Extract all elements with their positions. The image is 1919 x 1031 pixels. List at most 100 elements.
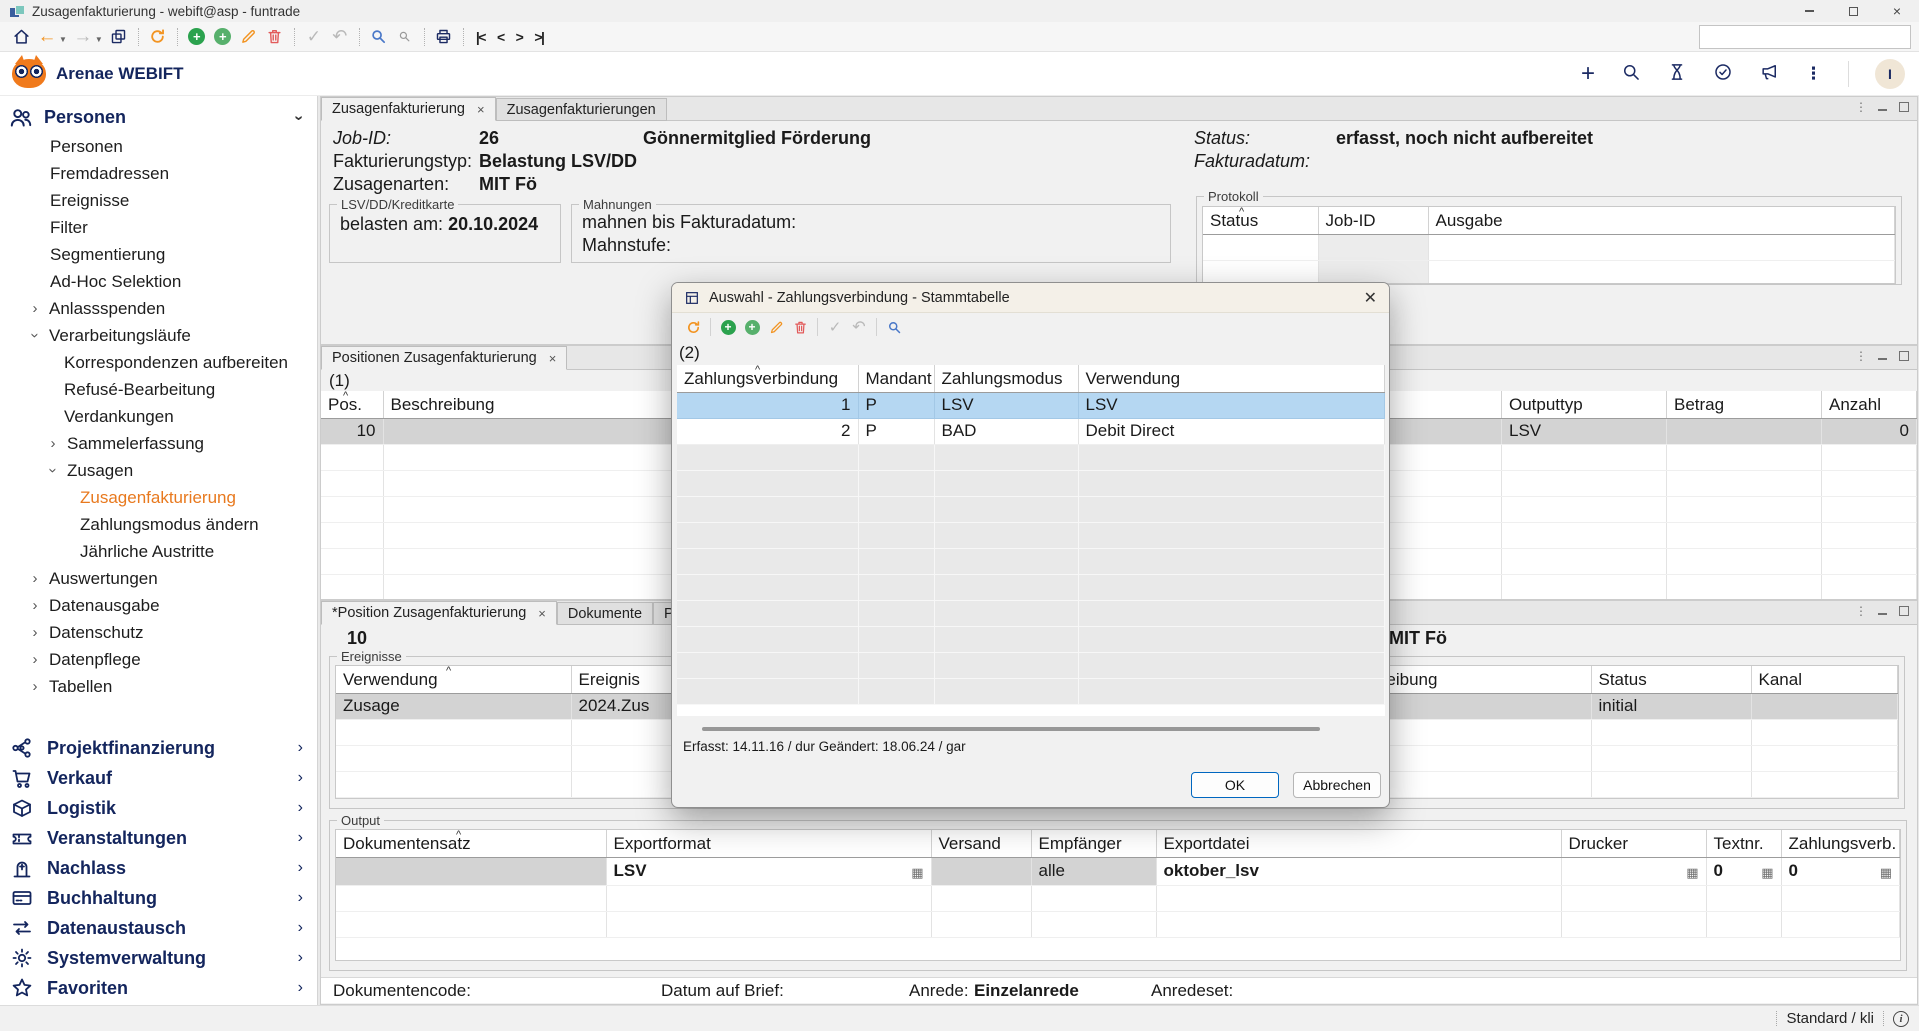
header-search-button[interactable] <box>1621 62 1641 87</box>
output-col-dokumentensatz[interactable]: ^Dokumentensatz <box>336 830 606 857</box>
panel-menu-icon[interactable]: ⋮ <box>1855 604 1866 618</box>
confirm-button[interactable]: ✓ <box>303 24 325 50</box>
user-avatar[interactable]: I <box>1875 59 1905 89</box>
sidebar-item-datenschutz[interactable]: ›Datenschutz <box>0 619 317 646</box>
dialog-col-mandant[interactable]: Mandant <box>858 365 934 392</box>
cell-zahlungsverbindung[interactable]: 1 <box>677 392 858 418</box>
cell-zahlungsverbindung[interactable]: 2 <box>677 418 858 444</box>
search-button[interactable] <box>368 24 390 50</box>
output-col-textnr[interactable]: Textnr. <box>1706 830 1781 857</box>
output-col-exportdatei[interactable]: Exportdatei <box>1156 830 1561 857</box>
chevron-right-icon[interactable]: › <box>298 769 303 787</box>
sidebar-item-sammelerfassung[interactable]: ›Sammelerfassung <box>0 430 317 457</box>
output-col-empfaenger[interactable]: Empfänger <box>1031 830 1156 857</box>
undo-button[interactable]: ↶ <box>329 24 351 50</box>
sidebar-item-verdankungen[interactable]: Verdankungen <box>0 403 317 430</box>
sidebar-section-systemverwaltung[interactable]: Systemverwaltung› <box>0 943 317 973</box>
cell-mandant[interactable]: P <box>858 418 934 444</box>
panel-minimize-icon[interactable] <box>1878 613 1887 615</box>
protokoll-col-jobid[interactable]: Job-ID <box>1318 207 1428 234</box>
window-minimize-button[interactable] <box>1787 0 1831 22</box>
cell-verwendung[interactable]: LSV <box>1078 392 1385 418</box>
toolbar-quick-input[interactable] <box>1699 25 1911 49</box>
panel-maximize-icon[interactable] <box>1899 102 1909 112</box>
lookup-grid-icon[interactable]: ▦ <box>1761 865 1773 881</box>
nav-next-button[interactable]: > <box>516 29 523 45</box>
chevron-right-icon[interactable]: › <box>298 949 303 967</box>
tab-dokumente[interactable]: Dokumente <box>557 602 653 625</box>
expand-icon[interactable]: › <box>28 624 42 641</box>
ereignisse-col-verwendung[interactable]: ^Verwendung <box>336 666 571 693</box>
sidebar-item-zahlungsmodus-ändern[interactable]: Zahlungsmodus ändern <box>0 511 317 538</box>
tab-zusagenfakturierungen[interactable]: Zusagenfakturierungen <box>496 98 667 121</box>
chevron-right-icon[interactable]: › <box>298 829 303 847</box>
cell-zahlungsverb[interactable]: ▦0 <box>1781 857 1900 885</box>
statusbar-profile[interactable]: Standard / kli <box>1786 1010 1874 1027</box>
output-table[interactable]: ^Dokumentensatz Exportformat Versand Emp… <box>336 830 1900 938</box>
chevron-right-icon[interactable]: › <box>298 979 303 997</box>
positionen-col-anzahl[interactable]: Anzahl <box>1822 391 1917 418</box>
expand-icon[interactable]: › <box>28 570 42 587</box>
expand-icon[interactable]: › <box>28 678 42 695</box>
output-row[interactable]: ▦LSV alle oktober_lsv ▦ ▦0 ▦0 <box>336 857 1900 885</box>
sidebar-item-fremdadressen[interactable]: Fremdadressen <box>0 160 317 187</box>
protokoll-table[interactable]: ^Status Job-ID Ausgabe <box>1203 207 1895 284</box>
cell-verwendung[interactable]: Debit Direct <box>1078 418 1385 444</box>
nav-first-button[interactable]: |< <box>476 29 485 45</box>
lookup-grid-icon[interactable]: ▦ <box>1686 865 1698 881</box>
zahlungsverbindung-row-2[interactable]: 2PBADDebit Direct <box>677 418 1385 444</box>
header-more-button[interactable]: ⋮ <box>1805 64 1822 84</box>
collapse-icon[interactable]: › <box>45 464 62 478</box>
ereignisse-col-kanal[interactable]: Kanal <box>1751 666 1898 693</box>
tab-zusagenfakturierung[interactable]: Zusagenfakturierung× <box>321 97 496 121</box>
sidebar-item-datenausgabe[interactable]: ›Datenausgabe <box>0 592 317 619</box>
cell-drucker[interactable]: ▦ <box>1561 857 1706 885</box>
sidebar-section-nachlass[interactable]: Nachlass› <box>0 853 317 883</box>
panel-menu-icon[interactable]: ⋮ <box>1855 100 1866 114</box>
sidebar-item-refusé-bearbeitung[interactable]: Refusé-Bearbeitung <box>0 376 317 403</box>
tab-close-icon[interactable]: × <box>538 606 546 621</box>
expand-icon[interactable]: › <box>28 651 42 668</box>
ereignisse-col-status[interactable]: Status <box>1591 666 1751 693</box>
chevron-right-icon[interactable]: › <box>298 889 303 907</box>
windows-button[interactable] <box>108 24 130 50</box>
sidebar-item-personen[interactable]: Personen <box>0 133 317 160</box>
confirm-button[interactable]: ✓ <box>825 315 845 339</box>
sidebar-item-personen[interactable]: Personen› <box>0 102 317 133</box>
sidebar-item-filter[interactable]: Filter <box>0 214 317 241</box>
cancel-button[interactable]: Abbrechen <box>1293 772 1381 798</box>
sidebar-section-datenaustausch[interactable]: Datenaustausch› <box>0 913 317 943</box>
zahlungsverbindung-table[interactable]: ^Zahlungsverbindung Mandant Zahlungsmodu… <box>677 365 1385 705</box>
chevron-down-icon[interactable]: › <box>289 115 307 120</box>
positionen-col-betrag[interactable]: Betrag <box>1667 391 1822 418</box>
dialog-col-verwendung[interactable]: Verwendung <box>1078 365 1385 392</box>
sidebar-section-logistik[interactable]: Logistik› <box>0 793 317 823</box>
cell-mandant[interactable]: P <box>858 392 934 418</box>
dialog-horizontal-scrollbar[interactable] <box>702 727 1320 731</box>
output-col-drucker[interactable]: Drucker <box>1561 830 1706 857</box>
expand-icon[interactable]: › <box>28 597 42 614</box>
back-button[interactable]: ← <box>36 24 58 50</box>
cell-textnr[interactable]: ▦0 <box>1706 857 1781 885</box>
chevron-right-icon[interactable]: › <box>298 799 303 817</box>
ok-button[interactable]: OK <box>1191 772 1279 798</box>
cell-zahlungsmodus[interactable]: BAD <box>934 418 1078 444</box>
sidebar-item-tabellen[interactable]: ›Tabellen <box>0 673 317 700</box>
lookup-grid-icon[interactable]: ▦ <box>1880 865 1892 881</box>
dialog-col-zahlungsverbindung[interactable]: ^Zahlungsverbindung <box>677 365 858 392</box>
add-button[interactable]: + <box>186 24 208 50</box>
panel-minimize-icon[interactable] <box>1878 109 1887 111</box>
dialog-close-button[interactable]: ✕ <box>1364 288 1377 308</box>
panel-menu-icon[interactable]: ⋮ <box>1855 349 1866 363</box>
nav-prev-button[interactable]: < <box>497 29 504 45</box>
panel-minimize-icon[interactable] <box>1878 358 1887 360</box>
sidebar-item-zusagen[interactable]: ›Zusagen <box>0 457 317 484</box>
sidebar-item-segmentierung[interactable]: Segmentierung <box>0 241 317 268</box>
collapse-icon[interactable]: › <box>27 329 44 343</box>
chevron-right-icon[interactable]: › <box>298 859 303 877</box>
refresh-button[interactable] <box>683 315 703 339</box>
window-close-button[interactable]: × <box>1875 0 1919 22</box>
back-dropdown-caret[interactable]: ▼ <box>59 35 67 44</box>
header-hourglass-button[interactable] <box>1667 62 1687 87</box>
chevron-right-icon[interactable]: › <box>298 739 303 757</box>
